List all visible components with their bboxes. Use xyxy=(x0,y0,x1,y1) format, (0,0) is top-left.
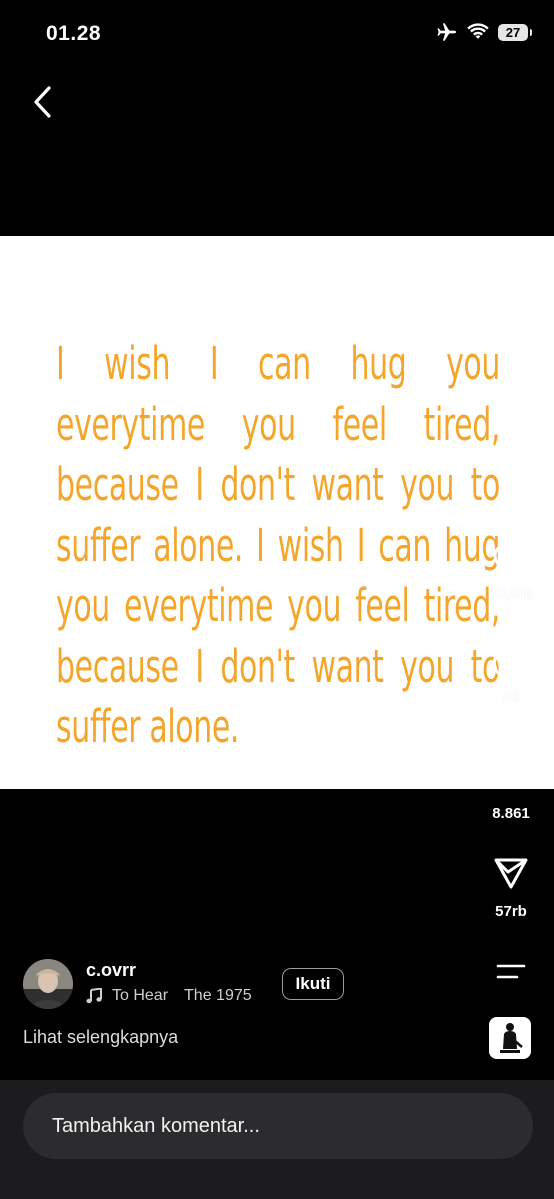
send-icon xyxy=(494,858,528,889)
post-image-text: I wish I can hug you everytime you feel … xyxy=(56,337,500,753)
music-info[interactable]: To Hear The 1975 xyxy=(86,987,289,1005)
battery-icon: 27 xyxy=(498,23,532,41)
comment-button[interactable]: 49 xyxy=(481,645,541,706)
audio-thumbnail[interactable] xyxy=(489,1017,531,1059)
repost-count: 8.861 xyxy=(492,805,530,822)
threads-post-screen: 01.28 27 I wish I can hug you everytime … xyxy=(0,0,554,1199)
music-marquee: To Hear The 1975 xyxy=(112,987,289,1005)
repost-icon xyxy=(496,746,526,784)
comment-bubble-icon xyxy=(492,646,527,680)
avatar[interactable] xyxy=(23,959,73,1009)
status-time: 01.28 xyxy=(46,22,102,45)
battery-level: 27 xyxy=(505,24,521,40)
music-note-icon xyxy=(86,988,102,1004)
share-count: 57rb xyxy=(495,903,527,920)
audio-cover-image xyxy=(489,1017,531,1059)
like-count: 62,9rb xyxy=(488,585,534,602)
status-icons: 27 xyxy=(436,22,532,42)
avatar-image xyxy=(23,959,73,1009)
wifi-icon xyxy=(467,23,489,39)
chevron-left-icon xyxy=(34,86,51,118)
repost-button[interactable]: 8.861 xyxy=(481,745,541,822)
airplane-icon xyxy=(437,23,457,41)
back-button[interactable] xyxy=(28,84,58,120)
comment-count: 49 xyxy=(502,689,520,706)
comment-input[interactable]: Tambahkan komentar... xyxy=(23,1093,533,1159)
menu-lines-icon xyxy=(496,964,526,979)
heart-icon xyxy=(493,545,529,578)
see-more-link[interactable]: Lihat selengkapnya xyxy=(23,1027,178,1048)
more-options-button[interactable] xyxy=(496,964,526,980)
share-button[interactable]: 57rb xyxy=(481,855,541,920)
music-title: To Hear xyxy=(112,987,169,1004)
music-artist: The 1975 xyxy=(184,987,252,1004)
username[interactable]: c.ovrr xyxy=(86,960,136,981)
follow-button[interactable]: Ikuti xyxy=(282,968,344,1000)
like-button[interactable]: 62,9rb xyxy=(481,543,541,602)
